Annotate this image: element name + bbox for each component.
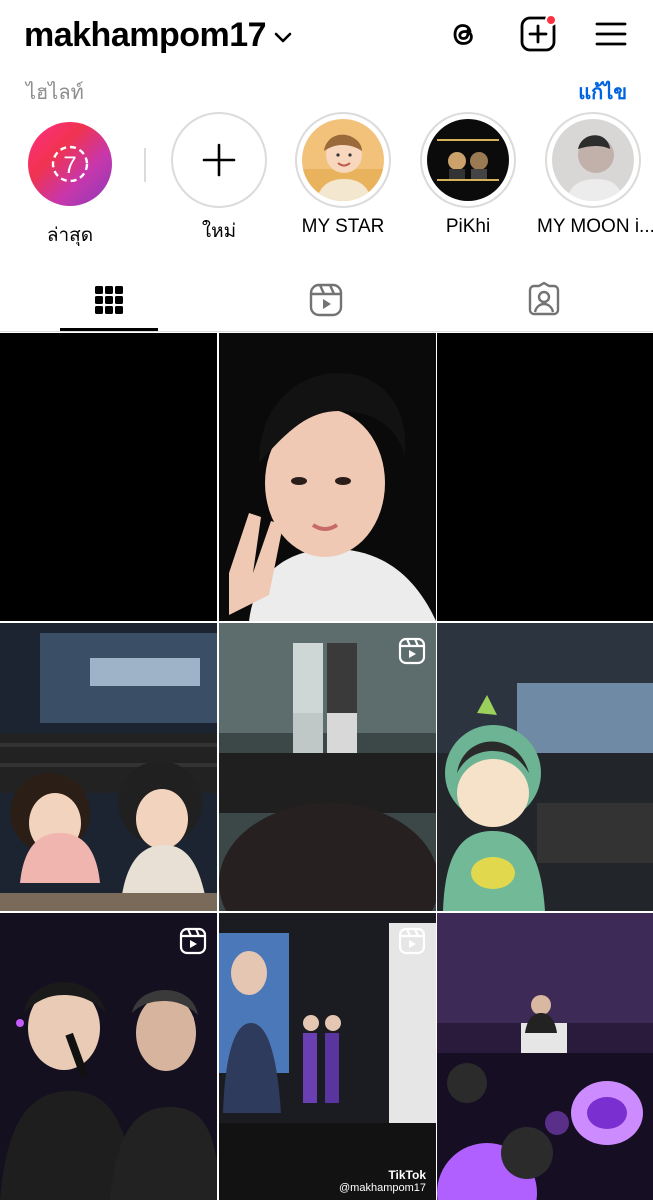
account-switcher[interactable]: makhampom17: [24, 16, 292, 55]
reels-icon: [309, 283, 343, 317]
tabs-divider: [0, 331, 653, 332]
post-image: [0, 623, 217, 911]
recent-highlight-ring: 7: [28, 122, 112, 206]
post-image: [437, 913, 653, 1200]
tiktok-watermark: TikTok @makhampom17: [339, 1169, 426, 1195]
highlight-recent[interactable]: 7 ล่าสุด: [10, 112, 130, 250]
profile-header: makhampom17: [0, 0, 653, 70]
reel-badge-icon: [179, 927, 207, 955]
grid-post[interactable]: [437, 623, 653, 911]
highlight-label: MY STAR: [301, 216, 385, 237]
grid-post[interactable]: [0, 913, 217, 1200]
username[interactable]: makhampom17: [24, 16, 267, 55]
reel-badge-icon: [398, 927, 426, 955]
highlight-my-moon[interactable]: MY MOON i...: [533, 112, 653, 238]
post-image: [0, 913, 217, 1200]
grid-post[interactable]: [0, 623, 217, 911]
highlight-my-star[interactable]: MY STAR: [283, 112, 403, 238]
tiktok-brand: TikTok: [388, 1168, 426, 1182]
menu-icon[interactable]: [591, 14, 631, 54]
highlight-label: MY MOON i...: [537, 216, 653, 237]
highlight-cover-image: [552, 119, 634, 201]
plus-icon: [202, 143, 236, 177]
post-image: [219, 913, 436, 1200]
highlight-label: ใหม่: [201, 221, 237, 242]
grid-post[interactable]: [219, 333, 436, 621]
threads-icon[interactable]: [444, 14, 484, 54]
edit-highlights-button[interactable]: แก้ไข: [578, 76, 627, 108]
grid-post[interactable]: [437, 333, 653, 621]
new-highlight-ring: [171, 112, 267, 208]
grid-post[interactable]: [219, 623, 436, 911]
post-image: [437, 623, 653, 911]
tab-reels[interactable]: [277, 268, 375, 332]
highlight-cover-image: [302, 119, 384, 201]
tiktok-handle: @makhampom17: [339, 1182, 426, 1194]
posts-grid: TikTok @makhampom17: [0, 333, 653, 1200]
story-archive-icon: 7: [51, 145, 89, 183]
highlight-label: ล่าสุด: [46, 225, 94, 246]
grid-post[interactable]: [437, 913, 653, 1200]
profile-tabs: [0, 268, 653, 332]
tab-tagged[interactable]: [495, 268, 593, 332]
highlight-ring: [420, 112, 516, 208]
highlights-label: ไฮไลท์: [26, 82, 84, 104]
tab-posts[interactable]: [60, 268, 158, 332]
highlight-ring: [295, 112, 391, 208]
grid-post[interactable]: TikTok @makhampom17: [219, 913, 436, 1200]
highlight-cover-image: [427, 119, 509, 201]
tagged-icon: [528, 282, 560, 316]
post-image: [219, 623, 436, 911]
highlight-label: PiKhi: [445, 216, 491, 237]
highlights-divider: [144, 148, 146, 182]
highlight-ring: [545, 112, 641, 208]
highlight-new[interactable]: ใหม่: [159, 112, 279, 246]
grid-icon: [95, 286, 123, 314]
chevron-down-icon[interactable]: [274, 32, 292, 44]
recent-badge-number: 7: [63, 152, 76, 179]
reel-badge-icon: [398, 637, 426, 665]
notification-dot: [545, 14, 557, 26]
highlight-pikhi[interactable]: PiKhi: [408, 112, 528, 238]
grid-post[interactable]: [0, 333, 217, 621]
highlights-row: 7 ล่าสุด ใหม่ MY STAR PiKhi MY MOON i...: [0, 112, 653, 252]
post-image: [219, 333, 436, 621]
